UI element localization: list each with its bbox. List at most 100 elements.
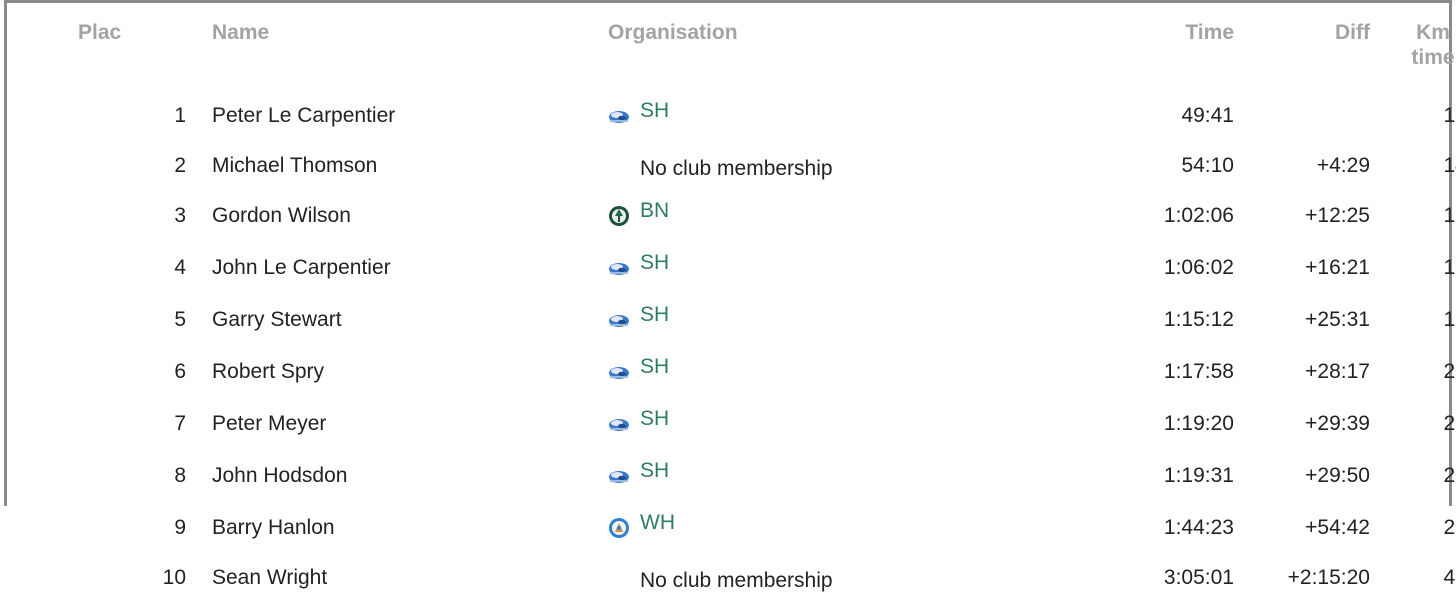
sh-club-icon — [608, 100, 630, 123]
club-link[interactable]: SH — [640, 90, 669, 132]
club-link[interactable]: SH — [640, 398, 669, 440]
cell-organisation: No club membership — [608, 142, 1108, 190]
sh-club-icon — [608, 304, 630, 327]
cell-time: 1:06:02 — [1163, 256, 1234, 279]
cell-km-time: 16:20 — [1443, 204, 1456, 227]
cell-organisation: SH — [608, 242, 1108, 294]
col-header-km-line1: Km — [1416, 21, 1450, 44]
cell-km-time: 13:04 — [1443, 104, 1456, 127]
cell-time: 1:44:23 — [1163, 516, 1234, 539]
organisation-wrap: SH — [608, 294, 669, 336]
cell-organisation: SH — [608, 450, 1108, 502]
cell-place: 3 — [174, 204, 186, 227]
cell-name: Garry Stewart — [212, 308, 342, 331]
cell-km-time: 17:22 — [1443, 256, 1456, 279]
cell-name: Peter Le Carpentier — [212, 104, 396, 127]
organisation-wrap: SH — [608, 90, 669, 132]
col-header-time[interactable]: Time — [1108, 20, 1234, 90]
results-table: Plac Name Organisation Time Diff Km time… — [7, 20, 1456, 602]
organisation-wrap: No club membership — [608, 560, 833, 602]
col-header-organisation[interactable]: Organisation — [608, 20, 1108, 90]
no-club-text: No club membership — [640, 157, 833, 180]
cell-km-time: 27:28 — [1443, 516, 1456, 539]
cell-km-time: 20:52 — [1443, 412, 1456, 435]
cell-diff: +29:50 — [1305, 464, 1370, 487]
cell-time: 1:19:31 — [1163, 464, 1234, 487]
club-link[interactable]: BN — [640, 190, 669, 232]
cell-name: Barry Hanlon — [212, 516, 335, 539]
cell-km-time: 20:31 — [1443, 360, 1456, 383]
cell-name: John Hodsdon — [212, 464, 348, 487]
cell-place: 4 — [174, 256, 186, 279]
col-header-km-time[interactable]: Km time — [1370, 20, 1456, 90]
cell-organisation: SH — [608, 294, 1108, 346]
cell-place: 10 — [162, 566, 186, 589]
table-row: 8 John Hodsdon SH 1:19:31 +29:50 20:55 — [7, 450, 1456, 502]
cell-organisation: SH — [608, 346, 1108, 398]
table-row: 2 Michael Thomson No club membership 54:10 +… — [7, 142, 1456, 190]
table-row: 9 Barry Hanlon WH 1:44:23 +54:42 27:28 — [7, 502, 1456, 554]
cell-name: John Le Carpentier — [212, 256, 391, 279]
cell-time: 1:15:12 — [1163, 308, 1234, 331]
cell-place: 7 — [174, 412, 186, 435]
sh-club-icon — [608, 460, 630, 483]
club-link[interactable]: WH — [640, 502, 675, 544]
organisation-wrap: SH — [608, 346, 669, 388]
results-body: 1 Peter Le Carpentier SH 49:41 13:04 2 Michael… — [7, 90, 1456, 602]
club-link[interactable]: SH — [640, 346, 669, 388]
cell-km-time: 48:41 — [1443, 566, 1456, 589]
cell-organisation: BN — [608, 190, 1108, 242]
cell-place: 6 — [174, 360, 186, 383]
cell-name: Sean Wright — [212, 566, 328, 589]
sh-club-icon — [608, 356, 630, 379]
cell-diff — [1234, 90, 1370, 142]
cell-time: 1:17:58 — [1163, 360, 1234, 383]
club-link[interactable]: SH — [640, 294, 669, 336]
cell-place: 9 — [174, 516, 186, 539]
cell-time: 1:02:06 — [1163, 204, 1234, 227]
cell-place: 1 — [174, 104, 186, 127]
cell-place: 8 — [174, 464, 186, 487]
wh-club-icon — [608, 512, 630, 538]
sh-club-icon — [608, 408, 630, 431]
sh-club-icon — [608, 252, 630, 275]
organisation-wrap: SH — [608, 398, 669, 440]
cell-place: 5 — [174, 308, 186, 331]
bn-club-icon — [608, 200, 630, 226]
organisation-wrap: SH — [608, 242, 669, 284]
cell-name: Robert Spry — [212, 360, 325, 383]
header-row: Plac Name Organisation Time Diff Km time — [7, 20, 1456, 90]
organisation-wrap: BN — [608, 190, 669, 232]
cell-organisation: SH — [608, 398, 1108, 450]
cell-diff: +25:31 — [1305, 308, 1370, 331]
organisation-wrap: No club membership — [608, 148, 833, 190]
table-row: 4 John Le Carpentier SH 1:06:02 +16:21 17:22 — [7, 242, 1456, 294]
col-header-name[interactable]: Name — [212, 20, 608, 90]
cell-organisation: WH — [608, 502, 1108, 554]
cell-km-time: 20:55 — [1443, 464, 1456, 487]
cell-name: Gordon Wilson — [212, 204, 351, 227]
club-link[interactable]: SH — [640, 450, 669, 492]
cell-time: 1:19:20 — [1163, 412, 1234, 435]
organisation-wrap: SH — [608, 450, 669, 492]
cell-organisation: No club membership — [608, 554, 1108, 602]
table-row: 5 Garry Stewart SH 1:15:12 +25:31 19:47 — [7, 294, 1456, 346]
cell-name: Peter Meyer — [212, 412, 327, 435]
cell-time: 54:10 — [1181, 154, 1234, 177]
table-row: 6 Robert Spry SH 1:17:58 +28:17 20:31 — [7, 346, 1456, 398]
cell-time: 3:05:01 — [1163, 566, 1234, 589]
cell-diff: +2:15:20 — [1287, 566, 1370, 589]
cell-diff: +54:42 — [1305, 516, 1370, 539]
col-header-km-line2: time — [1411, 46, 1455, 69]
cell-diff: +29:39 — [1305, 412, 1370, 435]
cell-km-time: 14:15 — [1443, 154, 1456, 177]
col-header-diff[interactable]: Diff — [1234, 20, 1370, 90]
cell-diff: +28:17 — [1305, 360, 1370, 383]
cell-diff: +4:29 — [1316, 154, 1370, 177]
col-header-place[interactable]: Plac — [7, 20, 212, 90]
table-row: 10 Sean Wright No club membership 3:05:01 +2… — [7, 554, 1456, 602]
no-club-text: No club membership — [640, 569, 833, 592]
club-link[interactable]: SH — [640, 242, 669, 284]
cell-name: Michael Thomson — [212, 154, 378, 177]
cell-diff: +12:25 — [1305, 204, 1370, 227]
